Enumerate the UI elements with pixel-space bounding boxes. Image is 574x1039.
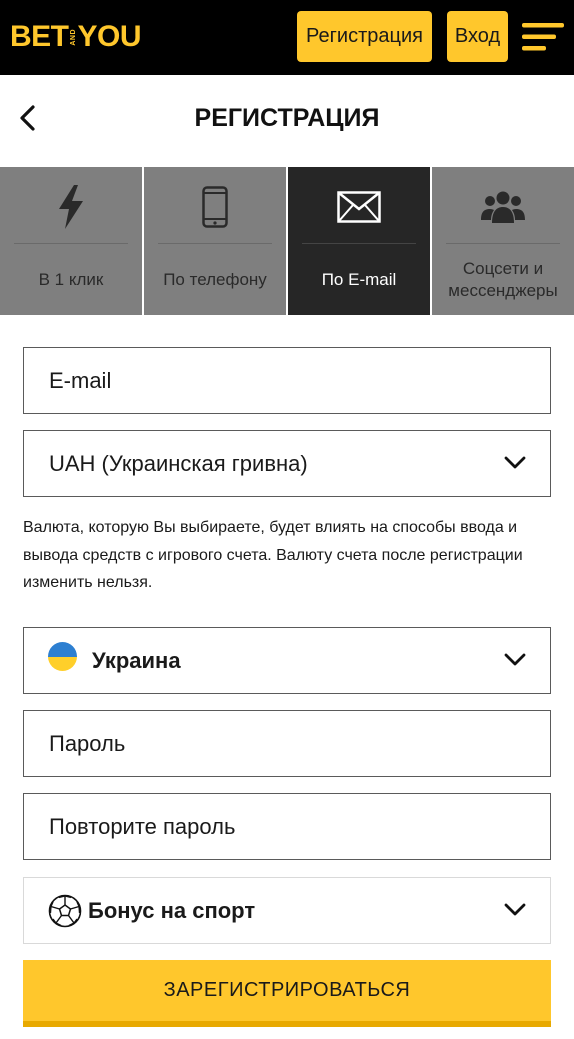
email-field[interactable] [23, 347, 551, 414]
chevron-down-icon [504, 903, 526, 915]
submit-register-button[interactable]: ЗАРЕГИСТРИРОВАТЬСЯ [23, 960, 551, 1027]
currency-value: UAH (Украинская гривна) [49, 450, 308, 476]
tab-social[interactable]: Соцсети и мессенджеры [432, 167, 574, 315]
tab-label: По E-mail [321, 270, 397, 289]
tab-divider [446, 243, 560, 244]
password-field[interactable] [23, 710, 551, 777]
country-select[interactable]: Украина [23, 627, 551, 694]
password-repeat-field[interactable] [23, 793, 551, 860]
password-repeat-input[interactable] [49, 813, 550, 840]
hamburger-icon[interactable] [522, 23, 564, 51]
email-input[interactable] [49, 367, 550, 394]
tab-label: По телефону [163, 270, 267, 289]
chevron-down-icon [504, 653, 526, 665]
logo-you: YOU [77, 20, 142, 53]
envelope-icon [288, 185, 430, 229]
tab-divider [158, 243, 272, 244]
top-bar: BET AND YOU Регистрация Вход [0, 0, 574, 75]
login-button[interactable]: Вход [447, 11, 508, 62]
logo-and: AND [69, 28, 77, 46]
page-title: РЕГИСТРАЦИЯ [194, 104, 380, 132]
tab-label: Соцсети и мессенджеры [448, 259, 558, 300]
register-button[interactable]: Регистрация [297, 11, 432, 62]
tab-phone[interactable]: По телефону [144, 167, 286, 315]
bonus-select[interactable]: Бонус на спорт [23, 877, 551, 944]
logo-bet: BET [10, 20, 69, 53]
ukraine-flag-icon [48, 642, 77, 671]
country-value: Украина [92, 647, 181, 673]
lightning-icon [0, 185, 142, 229]
people-icon [432, 185, 574, 229]
soccer-ball-icon [48, 894, 82, 927]
tab-divider [302, 243, 416, 244]
chevron-down-icon [504, 456, 526, 468]
currency-hint: Валюта, которую Вы выбираете, будет влия… [23, 519, 523, 591]
currency-select[interactable]: UAH (Украинская гривна) [23, 430, 551, 497]
tab-email[interactable]: По E-mail [288, 167, 430, 315]
logo[interactable]: BET AND YOU [10, 17, 142, 57]
bonus-value: Бонус на спорт [88, 897, 256, 923]
registration-tabs: В 1 клик По телефону По E-mail Соцсети и… [0, 167, 574, 315]
tab-one-click[interactable]: В 1 клик [0, 167, 142, 315]
tab-label: В 1 клик [38, 270, 104, 289]
password-input[interactable] [49, 730, 550, 757]
phone-icon [144, 185, 286, 229]
tab-divider [14, 243, 128, 244]
